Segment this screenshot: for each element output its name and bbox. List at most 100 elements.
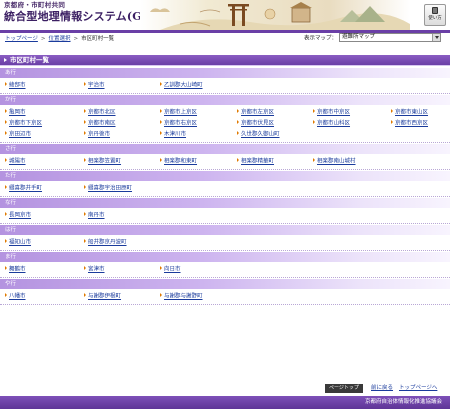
- chevron-down-icon[interactable]: [432, 34, 441, 41]
- bullet-arrow-icon: [160, 158, 162, 162]
- municipality-link[interactable]: 宮津市: [88, 267, 105, 273]
- municipality-link[interactable]: 南丹市: [88, 213, 105, 219]
- kana-section: か行 亀岡市 京都市北区 京都市上京区 京都市左京区 京都市中京区 京都市東山区 京都市下京区…: [0, 94, 450, 143]
- bullet-arrow-icon: [5, 185, 7, 189]
- municipality-item: 乙訓郡大山崎町: [160, 82, 203, 90]
- section-body: 舞鶴市 宮津市 向日市: [0, 262, 450, 277]
- municipality-link[interactable]: 京都市中京区: [317, 110, 350, 116]
- header-banner-illustration: [140, 0, 410, 30]
- municipality-item: 京田辺市: [5, 131, 31, 139]
- section-body: 城陽市 相楽郡笠置町 相楽郡和束町 相楽郡精華町 相楽郡南山城村: [0, 154, 450, 169]
- municipality-row: 福知山市 船井郡京丹波町: [0, 237, 450, 248]
- kana-section: た行綴喜郡井手町 綴喜郡宇治田原町: [0, 170, 450, 197]
- municipality-link[interactable]: 京都市西京区: [395, 121, 428, 127]
- municipality-link[interactable]: 八幡市: [9, 294, 26, 300]
- section-heading: さ行: [5, 146, 17, 152]
- municipality-row: 綾部市 宇治市 乙訓郡大山崎町: [0, 80, 450, 91]
- page-top-button[interactable]: ページトップ: [325, 384, 363, 393]
- municipality-item: 京都市右京区: [160, 120, 197, 128]
- bullet-arrow-icon: [84, 109, 86, 113]
- bullet-arrow-icon: [84, 266, 86, 270]
- municipality-item: 南丹市: [84, 212, 105, 220]
- municipality-item: 向日市: [160, 266, 181, 274]
- municipality-link[interactable]: 相楽郡精華町: [241, 159, 274, 165]
- breadcrumb-location-link[interactable]: 位置選択: [49, 36, 71, 42]
- municipality-link[interactable]: 相楽郡南山城村: [317, 159, 356, 165]
- municipality-link[interactable]: 京都市東山区: [395, 110, 428, 116]
- municipality-link[interactable]: 乙訓郡大山崎町: [164, 83, 203, 89]
- municipality-list: あ行 綾部市 宇治市 乙訓郡大山崎町 か行 亀岡市 京都市北区 京都市上京区 京都市左京区 京都市…: [0, 67, 450, 305]
- bullet-arrow-icon: [5, 266, 7, 270]
- section-heading: た行: [5, 173, 17, 179]
- municipality-link[interactable]: 与謝郡伊根町: [88, 294, 121, 300]
- page-title: 市区町村一覧: [10, 56, 49, 64]
- guide-book-icon: [432, 7, 438, 14]
- bullet-arrow-icon: [391, 120, 393, 124]
- municipality-link[interactable]: 長岡京市: [9, 213, 31, 219]
- municipality-row: 亀岡市 京都市北区 京都市上京区 京都市左京区 京都市中京区 京都市東山区: [0, 107, 450, 118]
- section-header: あ行: [0, 67, 450, 78]
- map-selector: 表示マップ： 避難所マップ: [304, 33, 442, 42]
- municipality-link[interactable]: 久世郡久御山町: [241, 132, 280, 138]
- municipality-link[interactable]: 京都市右京区: [164, 121, 197, 127]
- system-title: 統合型地理情報システム(GIS): [4, 9, 161, 23]
- municipality-item: 久世郡久御山町: [237, 131, 280, 139]
- municipality-item: 城陽市: [5, 158, 26, 166]
- municipality-item: 京都市伏見区: [237, 120, 274, 128]
- breadcrumb: トップページ > 位置選択 > 市区町村一覧: [5, 34, 114, 42]
- municipality-link[interactable]: 京都市北区: [88, 110, 116, 116]
- back-link[interactable]: 前に戻る: [371, 385, 393, 391]
- municipality-link[interactable]: 相楽郡和束町: [164, 159, 197, 165]
- municipality-link[interactable]: 向日市: [164, 267, 181, 273]
- bullet-arrow-icon: [5, 120, 7, 124]
- municipality-link[interactable]: 京都市上京区: [164, 110, 197, 116]
- map-select-dropdown[interactable]: 避難所マップ: [339, 33, 442, 42]
- municipality-link[interactable]: 福知山市: [9, 240, 31, 246]
- municipality-link[interactable]: 京丹後市: [88, 132, 110, 138]
- municipality-item: 相楽郡和束町: [160, 158, 197, 166]
- bullet-arrow-icon: [237, 109, 239, 113]
- municipality-item: 綴喜郡井手町: [5, 185, 42, 193]
- municipality-link[interactable]: 相楽郡笠置町: [88, 159, 121, 165]
- municipality-link[interactable]: 京都市南区: [88, 121, 116, 127]
- municipality-item: 八幡市: [5, 293, 26, 301]
- bullet-arrow-icon: [237, 158, 239, 162]
- org-name: 京都府・市町村共同: [4, 1, 66, 9]
- municipality-link[interactable]: 綴喜郡井手町: [9, 186, 42, 192]
- municipality-link[interactable]: 京都市下京区: [9, 121, 42, 127]
- footer-text: 京都府自治体情報化推進協議会: [364, 399, 442, 405]
- bullet-arrow-icon: [84, 158, 86, 162]
- municipality-link[interactable]: 宇治市: [88, 83, 105, 89]
- municipality-link[interactable]: 木津川市: [164, 132, 186, 138]
- municipality-item: 長岡京市: [5, 212, 31, 220]
- municipality-link[interactable]: 京田辺市: [9, 132, 31, 138]
- municipality-item: 京都市上京区: [160, 109, 197, 117]
- municipality-item: 木津川市: [160, 131, 186, 139]
- municipality-link[interactable]: 与謝郡与謝野町: [164, 294, 203, 300]
- usage-guide-button[interactable]: 使い方: [424, 4, 446, 26]
- municipality-link[interactable]: 亀岡市: [9, 110, 26, 116]
- top-page-link[interactable]: トップページへ: [399, 385, 437, 391]
- site-logo[interactable]: 京都府・市町村共同 統合型地理情報システム(GIS): [4, 2, 161, 22]
- municipality-link[interactable]: 京都市伏見区: [241, 121, 274, 127]
- municipality-link[interactable]: 京都市左京区: [241, 110, 274, 116]
- municipality-link[interactable]: 京都市山科区: [317, 121, 350, 127]
- municipality-link[interactable]: 舞鶴市: [9, 267, 26, 273]
- section-heading: は行: [5, 227, 17, 233]
- breadcrumb-top-link[interactable]: トップページ: [5, 36, 38, 42]
- municipality-link[interactable]: 城陽市: [9, 159, 26, 165]
- bullet-arrow-icon: [84, 120, 86, 124]
- section-header: や行: [0, 278, 450, 289]
- municipality-link[interactable]: 綾部市: [9, 83, 26, 89]
- municipality-item: 相楽郡笠置町: [84, 158, 121, 166]
- municipality-link[interactable]: 船井郡京丹波町: [88, 240, 127, 246]
- bullet-arrow-icon: [5, 293, 7, 297]
- municipality-item: 舞鶴市: [5, 266, 26, 274]
- municipality-link[interactable]: 綴喜郡宇治田原町: [88, 186, 132, 192]
- bullet-arrow-icon: [237, 120, 239, 124]
- bullet-arrow-icon: [84, 82, 86, 86]
- municipality-item: 亀岡市: [5, 109, 26, 117]
- municipality-item: 京都市山科区: [313, 120, 350, 128]
- bullet-arrow-icon: [160, 109, 162, 113]
- breadcrumb-separator: >: [40, 36, 46, 42]
